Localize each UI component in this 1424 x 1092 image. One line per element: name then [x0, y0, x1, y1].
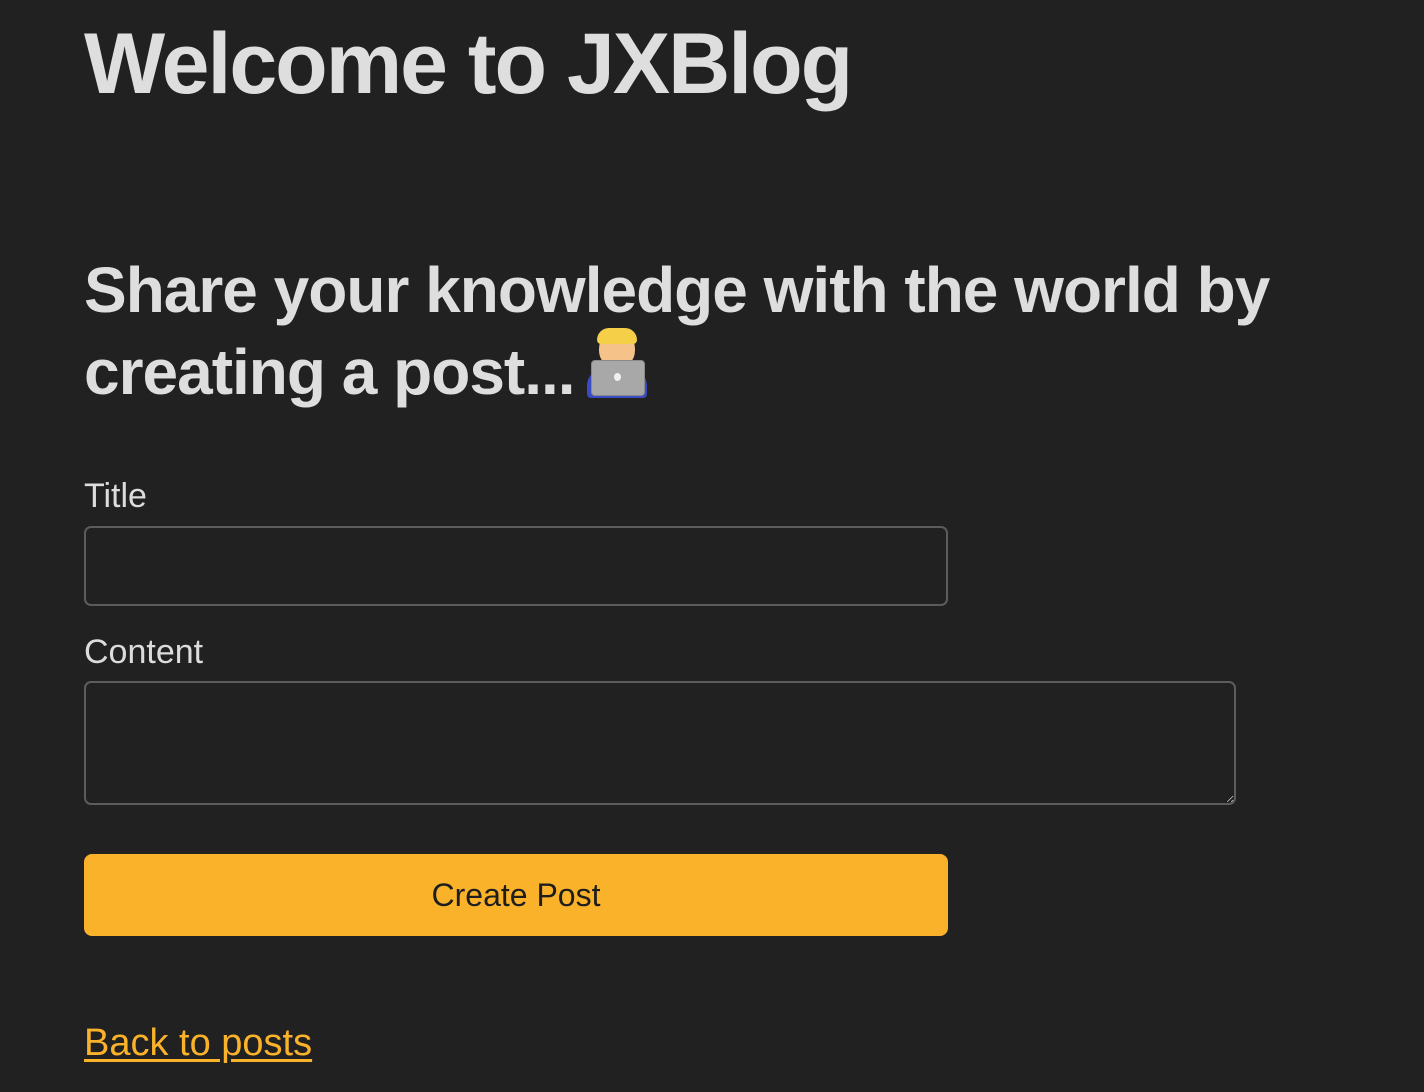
content-label: Content — [84, 633, 204, 671]
page-heading-text: Share your knowledge with the world by c… — [84, 254, 1270, 408]
technologist-emoji-icon — [585, 328, 649, 400]
site-title: Welcome to JXBlog — [84, 16, 853, 112]
content-textarea[interactable] — [84, 681, 1236, 805]
page-heading: Share your knowledge with the world by c… — [84, 250, 1424, 412]
title-input[interactable] — [84, 526, 948, 606]
create-post-button[interactable]: Create Post — [84, 854, 948, 936]
create-post-page: Welcome to JXBlog Share your knowledge w… — [0, 0, 1424, 1092]
title-label: Title — [84, 477, 147, 515]
back-to-posts-link[interactable]: Back to posts — [84, 1020, 312, 1066]
